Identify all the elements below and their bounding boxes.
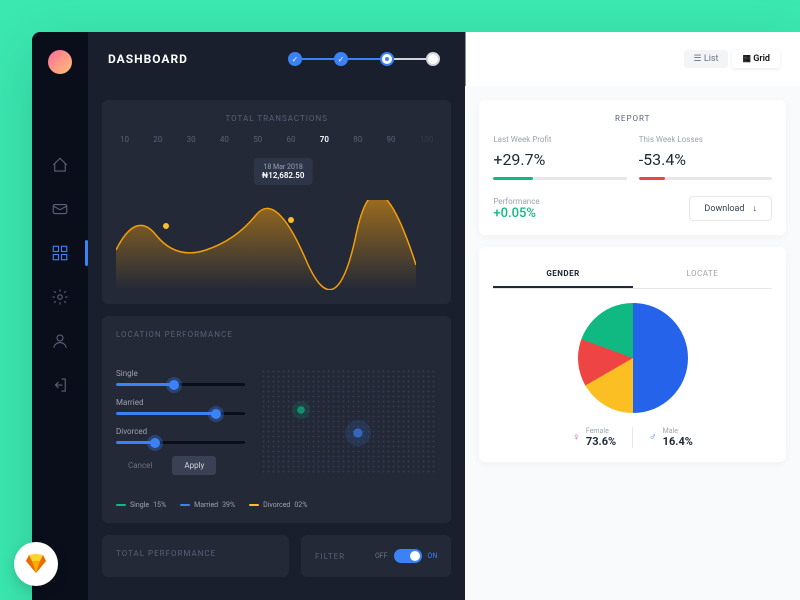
view-toggle: ☰ List ▦ Grid <box>684 50 780 68</box>
left-column: TOTAL TRANSACTIONS 102030405060708090100… <box>88 86 465 600</box>
download-button[interactable]: Download ↓ <box>689 196 772 221</box>
sliders: Single Married Divorced <box>116 369 245 475</box>
apply-button[interactable]: Apply <box>172 456 216 475</box>
map-legend: Single 15% Married 39% Divorced 02% <box>116 501 437 509</box>
world-map[interactable] <box>261 369 438 475</box>
total-performance-card: TOTAL PERFORMANCE <box>102 535 289 577</box>
chart-axis: 102030405060708090100 <box>116 135 437 144</box>
main: DASHBOARD ☰ List ▦ Grid TOTAL TRANSACTIO… <box>88 32 800 600</box>
female-stat: ♀ Female73.6% <box>572 427 616 448</box>
settings-icon[interactable] <box>51 288 69 306</box>
download-icon: ↓ <box>753 203 758 214</box>
gender-card: GENDER LOCATE ♀ Female73.6% ♂ Male16.4% <box>479 247 786 462</box>
logout-icon[interactable] <box>51 376 69 394</box>
losses-stat: This Week Losses -53.4% <box>639 135 772 180</box>
tab-locate[interactable]: LOCATE <box>633 261 772 288</box>
home-icon[interactable] <box>51 156 69 174</box>
step-3[interactable] <box>380 52 394 66</box>
report-card: REPORT Last Week Profit +29.7% This Week… <box>479 100 786 235</box>
step-2[interactable] <box>334 52 348 66</box>
filter-card: FILTER OFF ON <box>301 535 451 577</box>
male-icon: ♂ <box>649 432 657 443</box>
avatar[interactable] <box>48 50 72 74</box>
chart-tooltip: 18 Mar 2018 ₦12,682.50 <box>254 158 313 185</box>
app-window: DASHBOARD ☰ List ▦ Grid TOTAL TRANSACTIO… <box>32 32 800 600</box>
page-title: DASHBOARD <box>108 52 188 66</box>
step-4[interactable] <box>426 52 440 66</box>
mail-icon[interactable] <box>51 200 69 218</box>
sidebar <box>32 32 88 600</box>
filter-toggle[interactable] <box>394 549 422 563</box>
step-1[interactable] <box>288 52 302 66</box>
user-icon[interactable] <box>51 332 69 350</box>
right-column: REPORT Last Week Profit +29.7% This Week… <box>465 86 800 600</box>
location-card: LOCATION PERFORMANCE Single Married <box>102 316 451 523</box>
content: TOTAL TRANSACTIONS 102030405060708090100… <box>88 86 800 600</box>
transactions-title: TOTAL TRANSACTIONS <box>116 114 437 123</box>
grid-icon[interactable] <box>51 244 69 262</box>
stepper <box>288 52 440 66</box>
slider-single[interactable] <box>116 383 245 386</box>
sketch-badge-icon <box>14 542 58 586</box>
cancel-button[interactable]: Cancel <box>116 456 164 475</box>
grid-view-button[interactable]: ▦ Grid <box>732 50 780 68</box>
male-stat: ♂ Male16.4% <box>649 427 693 448</box>
location-title: LOCATION PERFORMANCE <box>116 330 437 339</box>
list-view-button[interactable]: ☰ List <box>684 50 729 68</box>
header: DASHBOARD ☰ List ▦ Grid <box>88 32 800 86</box>
slider-divorced[interactable] <box>116 441 245 444</box>
gender-pie-chart <box>578 303 688 413</box>
female-icon: ♀ <box>572 432 580 443</box>
transactions-chart: 18 Mar 2018 ₦12,682.50 <box>116 150 437 290</box>
profit-stat: Last Week Profit +29.7% <box>493 135 626 180</box>
transactions-card: TOTAL TRANSACTIONS 102030405060708090100… <box>102 100 451 304</box>
slider-married[interactable] <box>116 412 245 415</box>
tab-gender[interactable]: GENDER <box>493 261 632 288</box>
